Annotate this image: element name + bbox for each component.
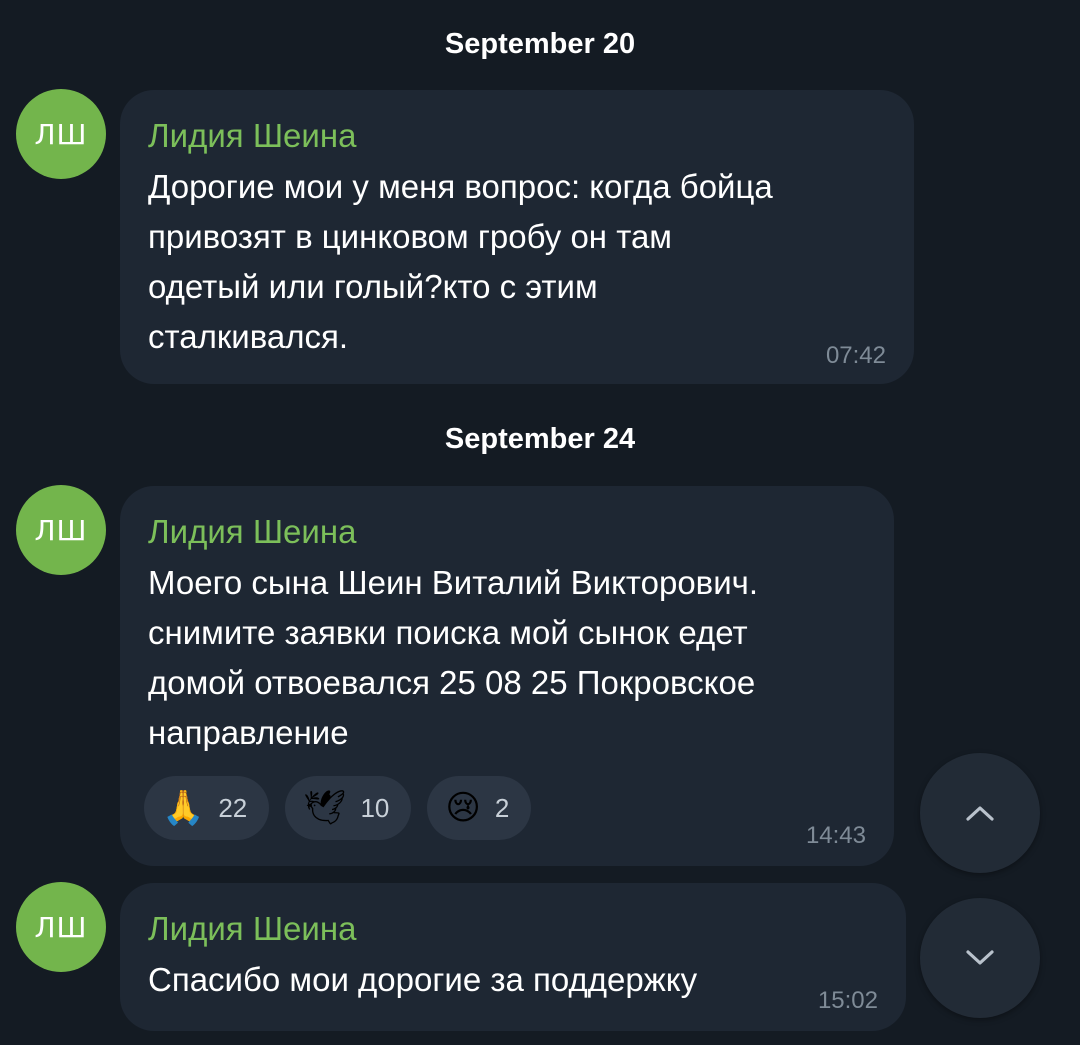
date-separator: September 24	[444, 423, 636, 455]
message-time: 14:43	[805, 822, 866, 849]
reaction-count: 10	[360, 792, 390, 823]
message-text: Дорогие мои у меня вопрос: когда бойца п…	[148, 168, 773, 355]
chevron-up-icon	[966, 806, 994, 821]
message-bubble[interactable]: Лидия Шеина Спасибо мои дорогие за подде…	[120, 883, 906, 1031]
chevron-down-icon	[966, 950, 994, 965]
avatar[interactable]: ЛШ	[16, 882, 106, 972]
date-separator: September 20	[444, 28, 636, 60]
message-text: Моего сына Шеин Виталий Викторович. сним…	[148, 564, 759, 751]
avatar-initials: ЛШ	[34, 910, 88, 944]
scroll-down-button[interactable]	[920, 898, 1040, 1018]
crying-face-icon: 😢	[445, 789, 481, 827]
sender-name[interactable]: Лидия Шеина	[148, 909, 878, 949]
chat-view: September 20 ЛШ Лидия Шеина Дорогие мои …	[0, 0, 1080, 1045]
message-text: Спасибо мои дорогие за поддержку	[148, 961, 698, 998]
avatar[interactable]: ЛШ	[16, 485, 106, 575]
praying-hands-icon: 🙏	[162, 789, 205, 827]
reaction-cry[interactable]: 😢 2	[427, 776, 532, 840]
avatar[interactable]: ЛШ	[16, 89, 106, 179]
message-bubble[interactable]: Лидия Шеина Моего сына Шеин Виталий Викт…	[120, 486, 894, 866]
reactions-row: 🙏 22 🕊 10 😢 2	[144, 776, 532, 840]
sender-name[interactable]: Лидия Шеина	[148, 512, 866, 552]
reaction-dove[interactable]: 🕊 10	[285, 776, 412, 840]
reaction-count: 22	[218, 792, 248, 823]
avatar-initials: ЛШ	[34, 117, 88, 151]
message-bubble[interactable]: Лидия Шеина Дорогие мои у меня вопрос: к…	[120, 90, 914, 384]
message-time: 07:42	[825, 342, 886, 369]
avatar-initials: ЛШ	[34, 513, 88, 547]
message-time: 15:02	[817, 987, 878, 1014]
scroll-up-button[interactable]	[920, 753, 1040, 873]
reaction-pray[interactable]: 🙏 22	[144, 776, 270, 840]
dove-icon: 🕊	[303, 789, 347, 827]
reaction-count: 2	[494, 792, 510, 823]
sender-name[interactable]: Лидия Шеина	[148, 116, 886, 156]
